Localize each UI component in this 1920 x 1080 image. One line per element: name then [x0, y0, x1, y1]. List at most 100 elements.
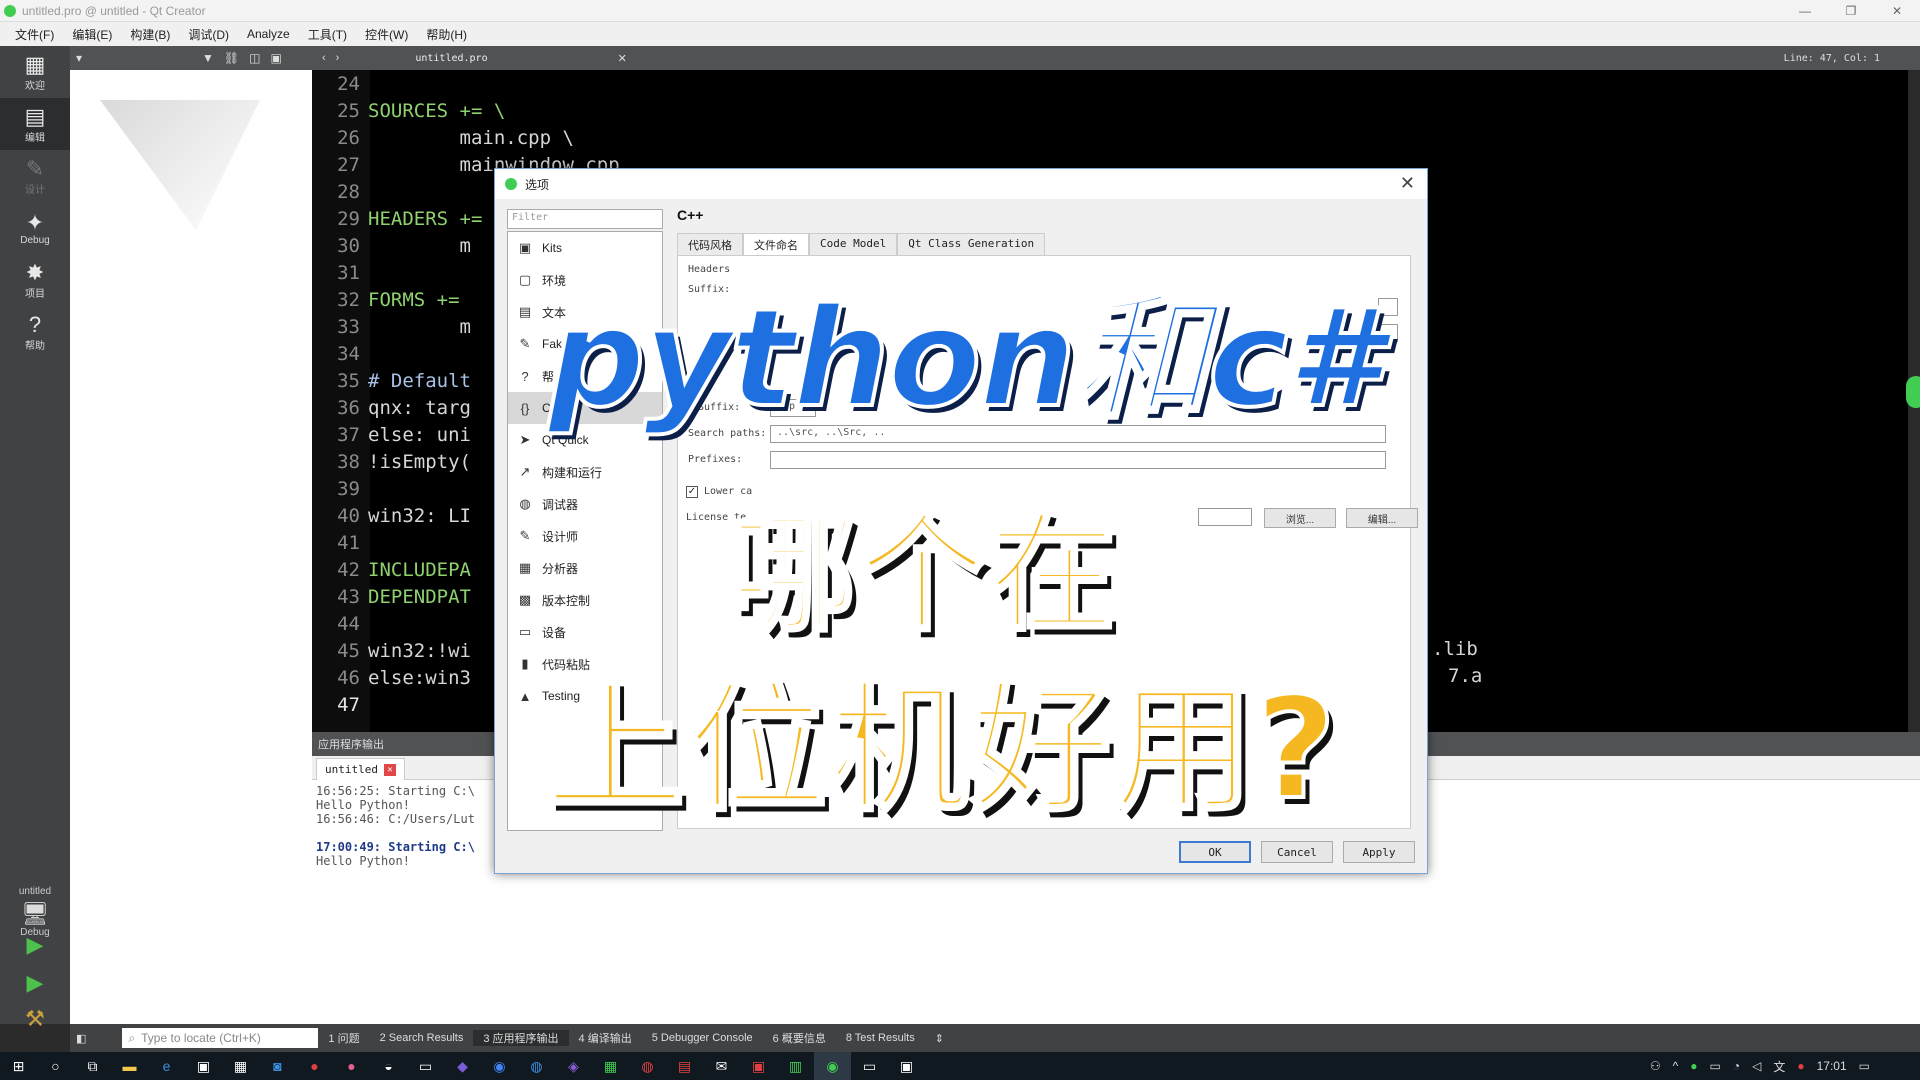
- mode-welcome[interactable]: ▦ 欢迎: [0, 46, 70, 98]
- category-filter-input[interactable]: Filter: [507, 209, 663, 229]
- output-tab-untitled[interactable]: untitled ✕: [316, 758, 405, 780]
- network-icon[interactable]: ▭: [1710, 1059, 1721, 1073]
- prefixes-field[interactable]: [770, 451, 1386, 469]
- app-icon[interactable]: ▥: [777, 1052, 814, 1080]
- dialog-close-icon[interactable]: ✕: [1400, 173, 1415, 194]
- line-number: 30: [337, 234, 360, 257]
- side-handle-icon[interactable]: [1906, 376, 1920, 408]
- menu-help[interactable]: 帮助(H): [417, 26, 476, 43]
- app-icon[interactable]: ▦: [592, 1052, 629, 1080]
- panel-application-output[interactable]: 3 应用程序输出: [473, 1030, 569, 1046]
- app-icon[interactable]: ●: [296, 1052, 333, 1080]
- stop-icon[interactable]: ✕: [383, 763, 396, 776]
- header-search-field[interactable]: [1378, 324, 1398, 342]
- mode-help[interactable]: ? 帮助: [0, 306, 70, 358]
- close-panel-icon[interactable]: ▣: [271, 51, 282, 65]
- task-view-icon[interactable]: ⧉: [74, 1052, 111, 1080]
- category-item[interactable]: ▦ 分析器: [508, 552, 662, 584]
- cancel-button[interactable]: Cancel: [1261, 841, 1333, 863]
- license-field[interactable]: [1198, 508, 1252, 526]
- panel-general-messages[interactable]: 6 概要信息: [763, 1030, 836, 1046]
- menu-build[interactable]: 构建(B): [121, 26, 179, 43]
- app-icon[interactable]: ▭: [407, 1052, 444, 1080]
- panel-debugger-console[interactable]: 5 Debugger Console: [642, 1032, 763, 1044]
- maximize-icon[interactable]: ❐: [1828, 0, 1874, 22]
- open-file-tab[interactable]: untitled.pro: [415, 53, 487, 64]
- panel-search-results[interactable]: 2 Search Results: [370, 1032, 474, 1044]
- sidebar-toggle-icon[interactable]: ◧: [70, 1032, 92, 1045]
- cortana-icon[interactable]: ○: [37, 1052, 74, 1080]
- menu-analyze[interactable]: Analyze: [238, 27, 299, 41]
- app-icon[interactable]: ◙: [259, 1052, 296, 1080]
- clock[interactable]: 17:01: [1817, 1059, 1847, 1073]
- wifi-icon[interactable]: ◔: [1733, 1059, 1740, 1073]
- menu-edit[interactable]: 编辑(E): [63, 26, 121, 43]
- kit-selector[interactable]: untitled 🖥 Debug: [0, 886, 70, 938]
- locator-input[interactable]: ⌕ Type to locate (Ctrl+K): [122, 1028, 319, 1048]
- mode-edit[interactable]: ▤ 编辑: [0, 98, 70, 150]
- menu-file[interactable]: 文件(F): [6, 26, 63, 43]
- apply-button[interactable]: Apply: [1343, 841, 1415, 863]
- category-item[interactable]: ✎ 设计师: [508, 520, 662, 552]
- volume-icon[interactable]: ◁: [1752, 1059, 1761, 1073]
- store-icon[interactable]: ▣: [185, 1052, 222, 1080]
- terminal-icon[interactable]: ▭: [851, 1052, 888, 1080]
- panel-test-results[interactable]: 8 Test Results: [836, 1032, 925, 1044]
- app-icon[interactable]: ◈: [555, 1052, 592, 1080]
- header-suffix-field[interactable]: [1378, 298, 1398, 316]
- category-item[interactable]: ▩ 版本控制: [508, 584, 662, 616]
- windows-start-icon[interactable]: ⊞: [0, 1052, 37, 1080]
- split-icon[interactable]: ◫: [249, 51, 260, 65]
- visual-studio-icon[interactable]: ◆: [444, 1052, 481, 1080]
- qt-creator-task-icon[interactable]: ◉: [814, 1052, 851, 1080]
- edge-icon[interactable]: e: [148, 1052, 185, 1080]
- close-icon[interactable]: ✕: [1874, 0, 1920, 22]
- browse-button[interactable]: 浏览...: [1264, 508, 1336, 528]
- menu-tools[interactable]: 工具(T): [299, 26, 356, 43]
- more-panels-icon[interactable]: ⇕: [925, 1032, 954, 1045]
- app-icon[interactable]: ●: [333, 1052, 370, 1080]
- notification-icon[interactable]: ▭: [1859, 1059, 1870, 1073]
- run-icon[interactable]: ▶: [22, 932, 48, 958]
- debug-run-icon[interactable]: ▶: [22, 970, 48, 996]
- link-icon[interactable]: ⛓: [224, 51, 239, 65]
- mode-debug[interactable]: ✦ Debug: [0, 202, 70, 254]
- code-text: DEPENDPAT: [368, 585, 471, 608]
- tree-view-selector[interactable]: ▾: [76, 51, 82, 65]
- close-document-icon[interactable]: ✕: [618, 52, 627, 65]
- pdf-icon[interactable]: ▤: [666, 1052, 703, 1080]
- menu-widgets[interactable]: 控件(W): [356, 26, 417, 43]
- tray-app-icon[interactable]: ●: [1797, 1059, 1804, 1073]
- panel-compile-output[interactable]: 4 编译输出: [569, 1030, 642, 1046]
- app-icon[interactable]: ◍: [629, 1052, 666, 1080]
- tray-expand-icon[interactable]: ^: [1673, 1059, 1679, 1073]
- file-explorer-icon[interactable]: ▬: [111, 1052, 148, 1080]
- build-hammer-icon[interactable]: ⚒: [22, 1006, 48, 1032]
- minimize-icon[interactable]: —: [1782, 0, 1828, 22]
- app-icon[interactable]: ◍: [518, 1052, 555, 1080]
- forward-arrow-icon[interactable]: ›: [336, 52, 340, 64]
- panel-issues[interactable]: 1 问题: [318, 1030, 369, 1046]
- menu-debug[interactable]: 调试(D): [179, 26, 238, 43]
- edit-button[interactable]: 编辑...: [1346, 508, 1418, 528]
- ime-icon[interactable]: 文: [1773, 1058, 1785, 1075]
- tray-app-icon[interactable]: ●: [1690, 1059, 1697, 1073]
- chrome-icon[interactable]: ◉: [481, 1052, 518, 1080]
- mode-projects[interactable]: ✸ 项目: [0, 254, 70, 306]
- mail-icon[interactable]: ✉: [703, 1052, 740, 1080]
- app-icon[interactable]: ▣: [888, 1052, 925, 1080]
- code-line: 37 else: uni: [312, 421, 471, 448]
- people-icon[interactable]: ⚇: [1650, 1059, 1661, 1073]
- mode-design[interactable]: ✎ 设计: [0, 150, 70, 202]
- filter-icon[interactable]: ▼: [202, 51, 214, 65]
- output-line: Hello Python!: [316, 798, 410, 812]
- ok-button[interactable]: OK: [1179, 841, 1251, 863]
- back-arrow-icon[interactable]: ‹: [322, 52, 326, 64]
- category-item[interactable]: ↗ 构建和运行: [508, 456, 662, 488]
- app-icon[interactable]: ▣: [740, 1052, 777, 1080]
- calculator-icon[interactable]: ▦: [222, 1052, 259, 1080]
- app-icon[interactable]: ◒: [370, 1052, 407, 1080]
- code-line: 44: [312, 610, 368, 637]
- lowercase-checkbox[interactable]: ✓: [686, 486, 698, 498]
- category-item[interactable]: ◍ 调试器: [508, 488, 662, 520]
